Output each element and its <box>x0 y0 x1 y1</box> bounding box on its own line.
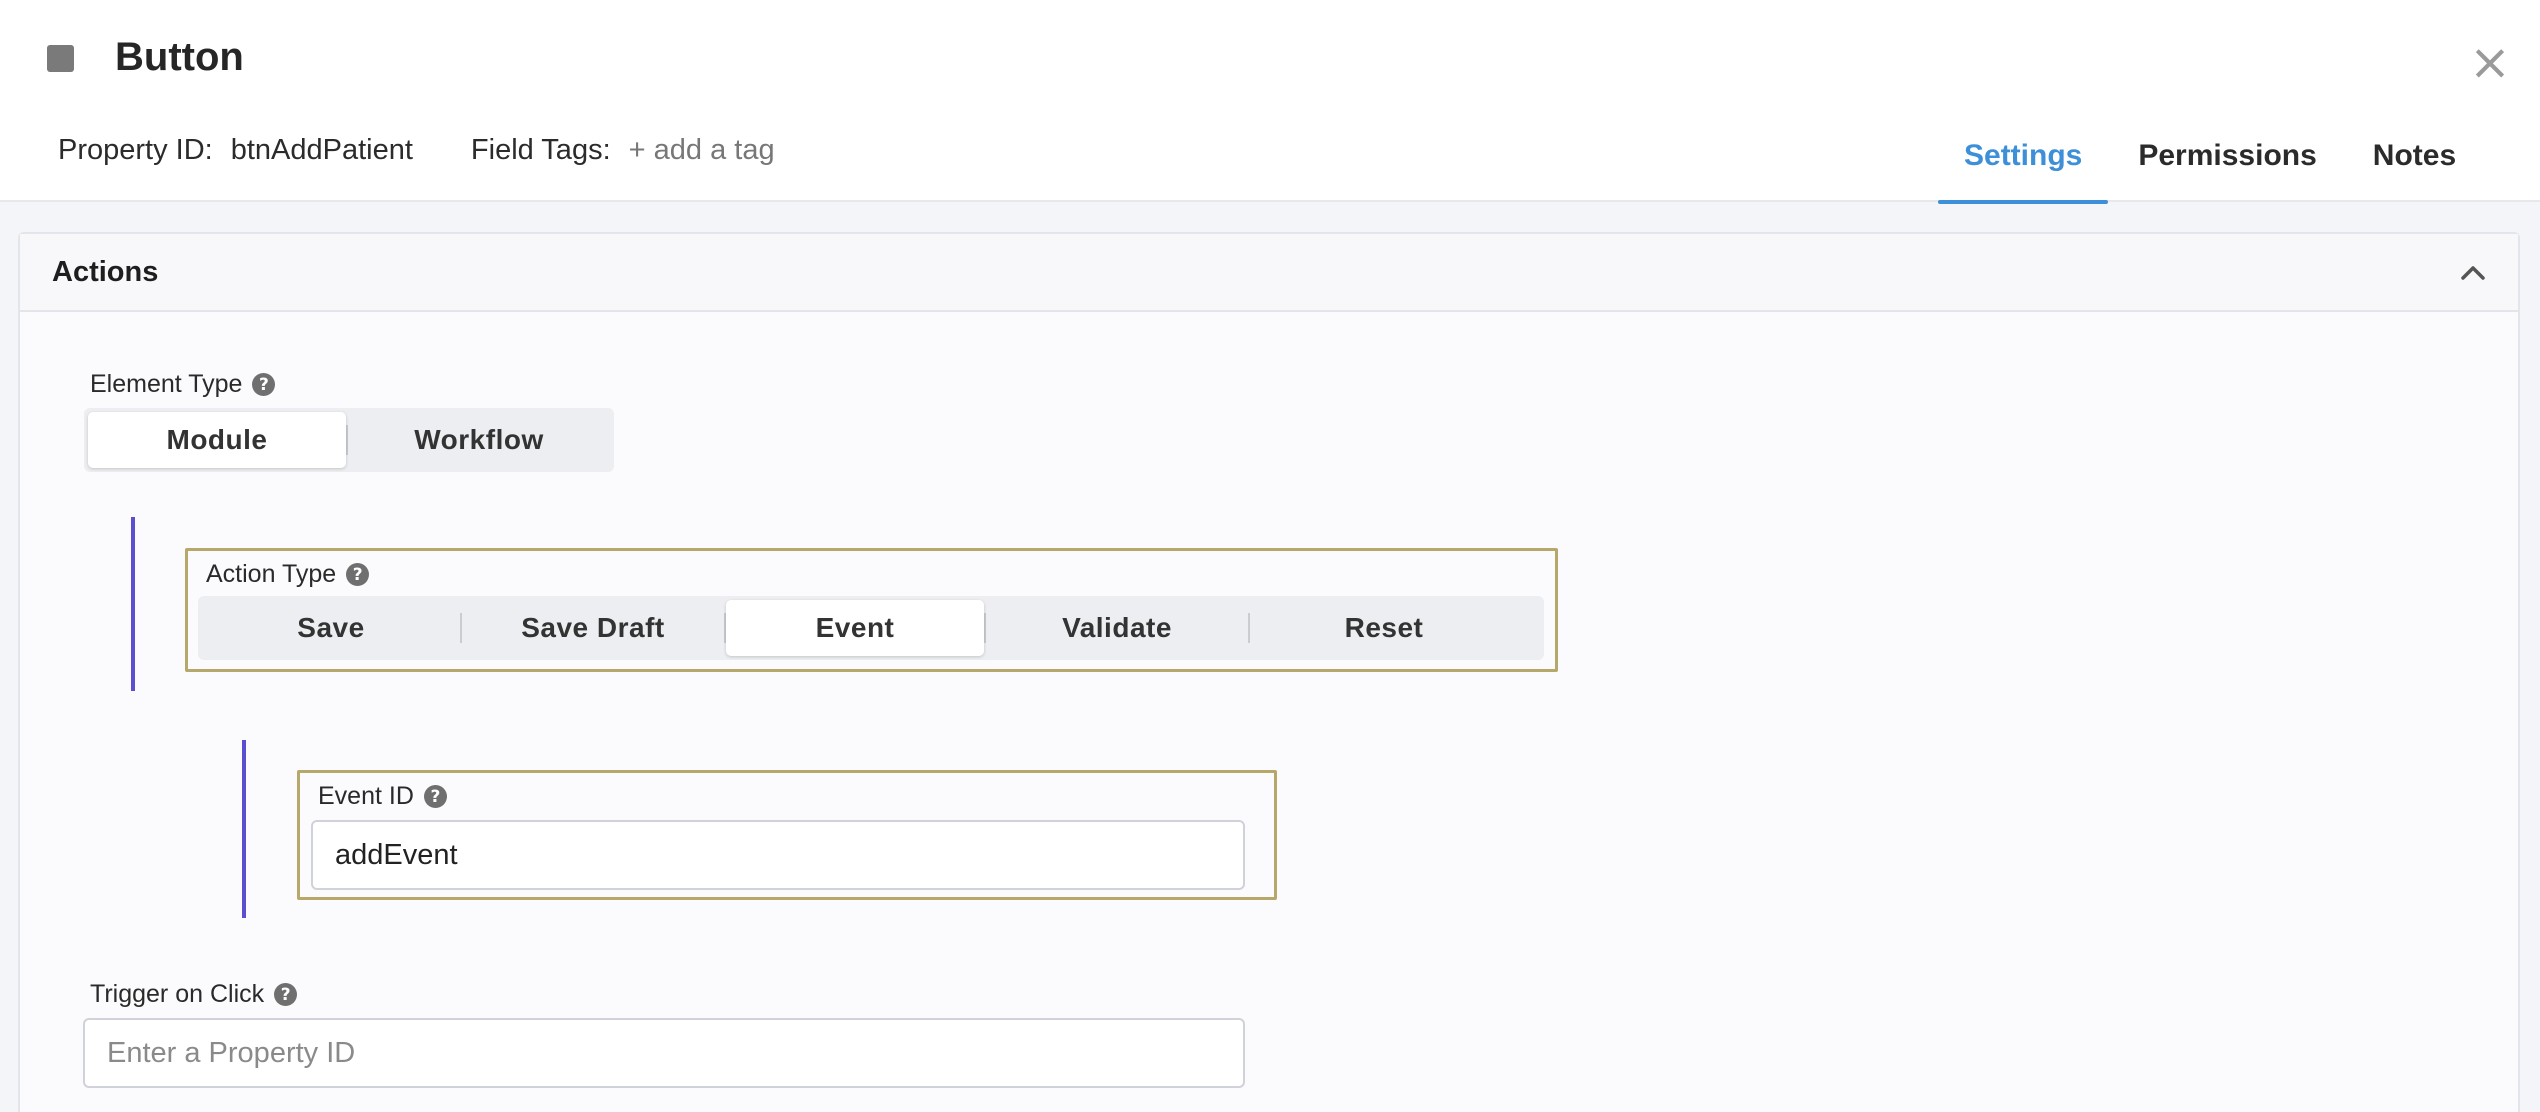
element-type-toggle: Module Workflow <box>84 408 614 472</box>
tab-permissions[interactable]: Permissions <box>2112 110 2342 202</box>
button-settings-dialog: Button × Property ID: btnAddPatient Fiel… <box>0 0 2540 1112</box>
element-type-label-text: Element Type <box>90 370 243 398</box>
field-tags-label: Field Tags: <box>470 133 611 166</box>
element-type-module[interactable]: Module <box>88 412 346 468</box>
event-id-input[interactable] <box>311 820 1245 890</box>
close-icon[interactable]: × <box>2466 37 2514 87</box>
element-type-label: Element Type ? <box>90 370 276 399</box>
action-type-save-draft[interactable]: Save Draft <box>462 600 724 656</box>
add-tag-link[interactable]: + add a tag <box>629 134 775 167</box>
trigger-on-click-input[interactable] <box>83 1018 1245 1088</box>
actions-panel-title: Actions <box>52 255 159 288</box>
tab-settings[interactable]: Settings <box>1938 110 2109 204</box>
tab-notes[interactable]: Notes <box>2347 110 2482 202</box>
action-type-label-text: Action Type <box>206 560 337 588</box>
action-type-event[interactable]: Event <box>726 600 984 656</box>
element-type-workflow[interactable]: Workflow <box>348 412 610 468</box>
trigger-on-click-label-text: Trigger on Click <box>90 980 265 1008</box>
nesting-bar <box>242 740 246 918</box>
actions-panel-header[interactable]: Actions <box>20 234 2518 312</box>
trigger-on-click-label: Trigger on Click ? <box>90 980 298 1009</box>
action-type-save[interactable]: Save <box>202 600 460 656</box>
actions-panel: Actions Element Type ? Module Workflow A… <box>18 232 2520 1112</box>
dialog-title: Button <box>115 35 244 79</box>
question-circle-icon[interactable]: ? <box>423 785 447 808</box>
square-icon <box>47 45 74 72</box>
action-type-validate[interactable]: Validate <box>986 600 1248 656</box>
action-type-toggle: Save Save Draft Event Validate Reset <box>198 596 1544 660</box>
chevron-up-icon[interactable] <box>2458 258 2488 288</box>
property-id-value: btnAddPatient <box>230 133 413 166</box>
event-id-label-text: Event ID <box>318 782 414 810</box>
nesting-bar <box>131 517 135 691</box>
action-type-label: Action Type ? <box>206 560 370 589</box>
question-circle-icon[interactable]: ? <box>346 563 370 586</box>
settings-tabs: Settings Permissions Notes <box>1938 110 2486 204</box>
property-meta-row: Property ID: btnAddPatient Field Tags: +… <box>58 130 775 170</box>
event-id-label: Event ID ? <box>318 782 447 811</box>
question-circle-icon[interactable]: ? <box>252 373 276 396</box>
action-type-reset[interactable]: Reset <box>1250 600 1518 656</box>
dialog-header: Button × Property ID: btnAddPatient Fiel… <box>0 0 2540 204</box>
property-id-label: Property ID: <box>58 133 213 166</box>
question-circle-icon[interactable]: ? <box>274 983 298 1006</box>
